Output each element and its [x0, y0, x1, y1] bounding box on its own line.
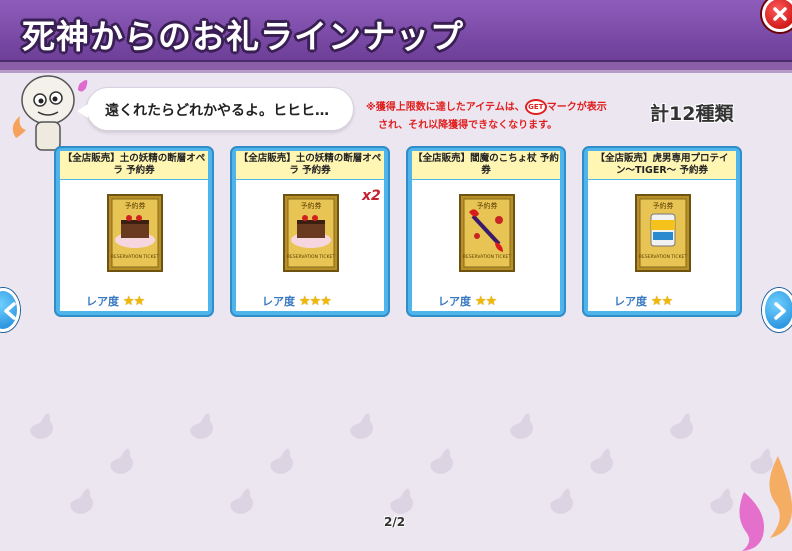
cake-ticket-icon: 予約券 RESERVATION TICKET — [283, 194, 339, 272]
reward-name: 【全店販売】土の妖精の断層オペラ 予約券 — [60, 151, 208, 179]
reward-name: 【全店販売】虎男専用プロテイン〜TIGER〜 予約券 — [588, 151, 736, 179]
protein-ticket-icon: 予約券 RESERVATION TICKET — [635, 194, 691, 272]
reward-name: 【全店販売】閻魔のこちょ杖 予約券 — [412, 151, 560, 179]
quantity-badge: x2 — [362, 188, 381, 204]
chevron-right-icon — [774, 302, 786, 320]
svg-text:RESERVATION TICKET: RESERVATION TICKET — [287, 254, 335, 260]
svg-text:予約券: 予約券 — [301, 201, 322, 210]
flame-decoration-icon — [739, 456, 792, 551]
svg-text:予約券: 予約券 — [125, 201, 146, 210]
rarity: レア度 ★★★ — [262, 294, 332, 309]
svg-text:予約券: 予約券 — [653, 201, 674, 210]
page-title: 死神からのお礼ラインナップ — [22, 17, 464, 56]
rarity-stars: ★★ — [650, 294, 673, 309]
reward-card[interactable]: 【全店販売】閻魔のこちょ杖 予約券 予約券 RESERVATION TICKET… — [406, 146, 566, 317]
rarity-stars: ★★ — [122, 294, 145, 309]
next-page-button[interactable] — [762, 288, 792, 332]
svg-text:RESERVATION TICKET: RESERVATION TICKET — [639, 254, 687, 260]
reward-card[interactable]: 【全店販売】土の妖精の断層オペラ 予約券 予約券 RESERVATION TIC… — [54, 146, 214, 317]
close-icon — [773, 7, 787, 21]
reward-card[interactable]: 【全店販売】土の妖精の断層オペラ 予約券 予約券 RESERVATION TIC… — [230, 146, 390, 317]
staff-ticket-icon: 予約券 RESERVATION TICKET — [459, 194, 515, 272]
chevron-left-icon — [4, 302, 16, 320]
title-bar: 死神からのお礼ラインナップ — [0, 0, 792, 62]
page-indicator: 2/2 — [384, 515, 406, 529]
limit-notice: ※獲得上限数に達したアイテムは、 GET マークが表示 され、それ以降獲得できなくな… — [366, 99, 636, 135]
cake-ticket-icon: 予約券 RESERVATION TICKET — [107, 194, 163, 272]
rarity: レア度 ★★ — [614, 294, 673, 309]
rarity-stars: ★★★ — [298, 294, 332, 309]
reward-name: 【全店販売】土の妖精の断層オペラ 予約券 — [236, 151, 384, 179]
svg-text:RESERVATION TICKET: RESERVATION TICKET — [463, 254, 511, 260]
rarity: レア度 ★★ — [438, 294, 497, 309]
rarity: レア度 ★★ — [86, 294, 145, 309]
reward-card[interactable]: 【全店販売】虎男専用プロテイン〜TIGER〜 予約券 予約券 RESERVATI… — [582, 146, 742, 317]
total-count: 計12種類 — [650, 103, 734, 125]
mascot-speech-bubble: 遠くれたらどれかやるよ。ヒヒヒ… — [77, 87, 354, 131]
svg-text:RESERVATION TICKET: RESERVATION TICKET — [111, 254, 159, 260]
speech-text: 遠くれたらどれかやるよ。ヒヒヒ… — [105, 103, 329, 119]
svg-text:予約券: 予約券 — [477, 201, 498, 210]
get-mark-icon: GET — [524, 99, 547, 115]
rarity-stars: ★★ — [474, 294, 497, 309]
